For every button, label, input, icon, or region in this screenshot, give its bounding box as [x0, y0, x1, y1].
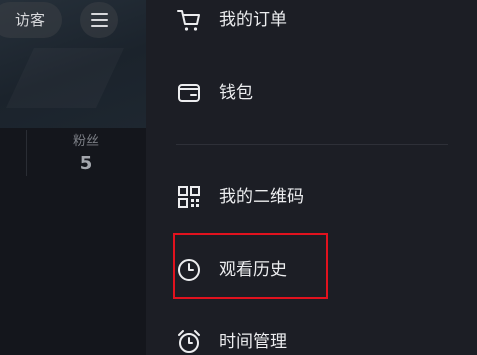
alarm-clock-icon [178, 330, 200, 353]
menu-item-watch-history[interactable]: 观看历史 [146, 242, 477, 298]
menu-item-label: 时间管理 [219, 332, 287, 352]
menu-item-qr-code[interactable]: 我的二维码 [146, 169, 477, 225]
side-drawer: 我的订单 钱包 我的二维码 观看历史 时间管理 [146, 0, 477, 355]
clock-icon [178, 259, 200, 281]
qr-code-icon [178, 186, 200, 208]
profile-background: 访客 粉丝 5 [0, 0, 146, 355]
menu-icon-bar [91, 19, 108, 21]
menu-divider [176, 144, 448, 145]
menu-button[interactable] [80, 2, 118, 38]
screen: 访客 粉丝 5 我的订单 钱包 我的二维码 观看历史 时间管理 [0, 0, 477, 355]
stat-divider [26, 130, 27, 176]
menu-item-label: 我的二维码 [219, 187, 304, 207]
visitor-button[interactable]: 访客 [0, 2, 62, 38]
fans-count[interactable]: 5 [56, 153, 116, 174]
menu-item-label: 观看历史 [219, 260, 287, 280]
menu-icon-bar [91, 25, 108, 27]
menu-icon [91, 13, 108, 15]
menu-item-orders[interactable]: 我的订单 [146, 0, 477, 48]
menu-item-label: 钱包 [219, 83, 253, 103]
menu-item-label: 我的订单 [219, 10, 287, 30]
cart-icon [177, 10, 200, 31]
menu-item-time-management[interactable]: 时间管理 [146, 314, 477, 355]
fans-label: 粉丝 [72, 134, 99, 149]
wallet-icon [178, 84, 200, 102]
menu-item-wallet[interactable]: 钱包 [146, 65, 477, 121]
